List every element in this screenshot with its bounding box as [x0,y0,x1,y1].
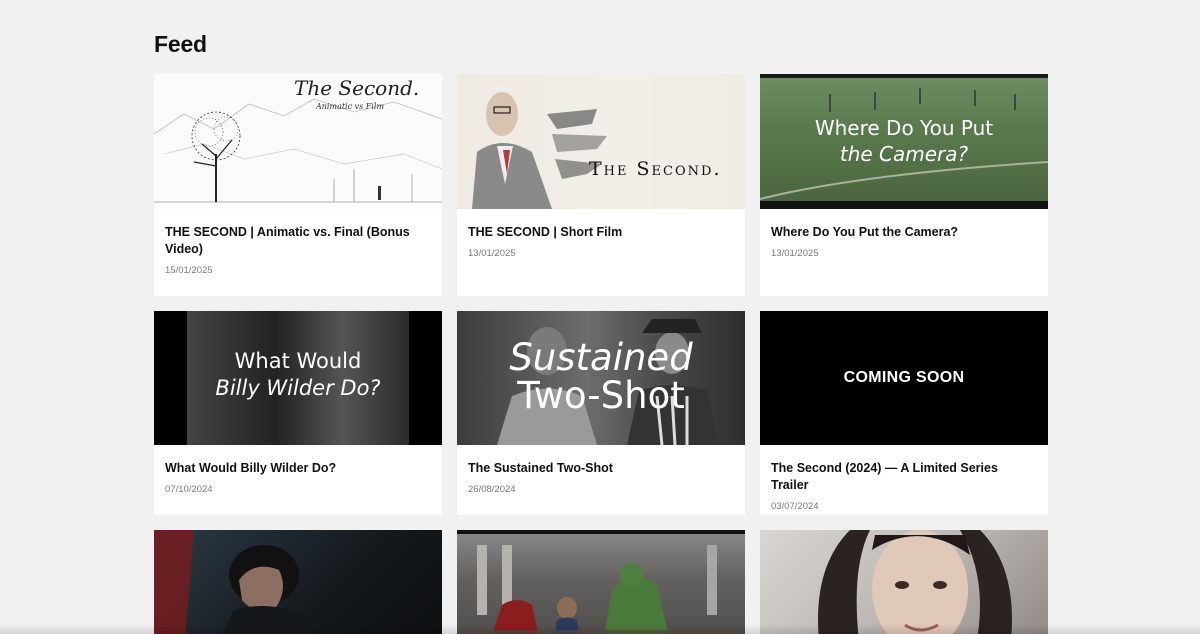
thumbnail-title: The Second. [294,76,420,100]
thumbnail-title: Where Do You Put [814,116,994,140]
film-still [154,530,313,634]
feed-grid: The Second. Animatic vs Film THE SECOND … [154,74,1048,634]
video-thumbnail[interactable] [760,530,1048,634]
video-thumbnail[interactable]: The Second. Animatic vs Film [154,74,442,209]
thumbnail-subtitle: Two-Shot [517,374,685,417]
thumbnail-subtitle: Animatic vs Film [316,102,385,111]
bottom-fade [0,624,1200,634]
thumbnail-subtitle: the Camera? [839,142,969,166]
video-title[interactable]: Where Do You Put the Camera? [771,224,1037,241]
film-still [457,530,745,634]
feed-card[interactable]: Sustained Two-Shot The Sustained Two-Sho… [457,311,745,515]
video-date: 13/01/2025 [771,248,819,259]
video-date: 03/07/2024 [771,501,819,512]
video-title[interactable]: The Sustained Two-Shot [468,460,734,477]
feed-card[interactable] [760,530,1048,634]
video-thumbnail[interactable]: What Would Billy Wilder Do? [154,311,442,445]
thumbnail-subtitle: Billy Wilder Do? [215,376,381,400]
video-thumbnail[interactable] [457,530,745,634]
video-date: 15/01/2025 [165,265,213,276]
page-title: Feed [154,31,207,57]
portrait-illustration [472,86,607,209]
video-thumbnail[interactable] [154,530,442,634]
video-date: 13/01/2025 [468,248,516,259]
video-title[interactable]: What Would Billy Wilder Do? [165,460,431,477]
feed-card[interactable]: What Would Billy Wilder Do? What Would B… [154,311,442,515]
video-thumbnail[interactable]: Where Do You Put the Camera? [760,74,1048,209]
video-thumbnail[interactable]: COMING SOON [760,311,1048,445]
video-title[interactable]: THE SECOND | Animatic vs. Final (Bonus V… [165,224,431,258]
feed-card[interactable]: The Second. THE SECOND | Short Film 13/0… [457,74,745,296]
video-title[interactable]: THE SECOND | Short Film [468,224,734,241]
feed-card[interactable] [457,530,745,634]
thumbnail-title: The Second. [589,158,722,180]
film-still [818,530,1012,634]
video-date: 07/10/2024 [165,484,213,495]
thumbnail-title: What Would [234,349,362,373]
video-title[interactable]: The Second (2024) — A Limited Series Tra… [771,460,1037,494]
feed-card[interactable]: The Second. Animatic vs Film THE SECOND … [154,74,442,296]
feed-card[interactable]: COMING SOON The Second (2024) — A Limite… [760,311,1048,515]
video-date: 26/08/2024 [468,484,516,495]
feed-card[interactable] [154,530,442,634]
video-thumbnail[interactable]: Sustained Two-Shot [457,311,745,445]
thumbnail-title: COMING SOON [843,369,965,386]
thumbnail-title: Sustained [509,336,693,379]
feed-card[interactable]: Where Do You Put the Camera? Where Do Yo… [760,74,1048,296]
video-thumbnail[interactable]: The Second. [457,74,745,209]
